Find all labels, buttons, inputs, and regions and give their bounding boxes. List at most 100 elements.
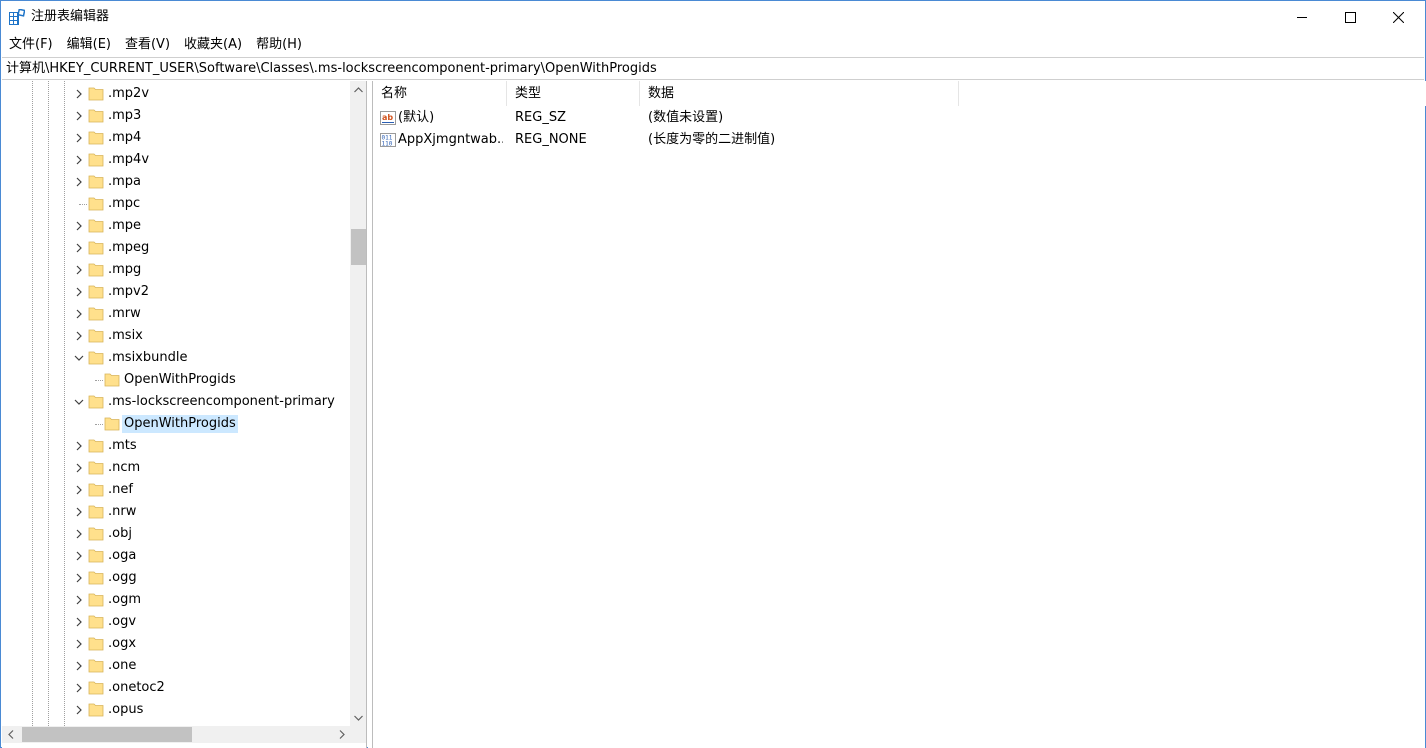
scroll-down-button[interactable] <box>350 709 366 726</box>
tree-node[interactable]: .mpg <box>2 259 350 281</box>
horizontal-scroll-thumb[interactable] <box>22 727 192 742</box>
maximize-button[interactable] <box>1323 1 1377 33</box>
chevron-right-icon[interactable] <box>73 572 85 584</box>
chevron-right-icon[interactable] <box>73 110 85 122</box>
tree-node[interactable]: .mts <box>2 435 350 457</box>
tree-node[interactable]: .mp4 <box>2 127 350 149</box>
folder-icon <box>88 153 104 167</box>
chevron-right-icon[interactable] <box>73 264 85 276</box>
chevron-down-icon[interactable] <box>73 396 85 408</box>
menu-favorites[interactable]: 收藏夹(A) <box>178 35 248 55</box>
chevron-right-icon[interactable] <box>73 154 85 166</box>
tree-node[interactable]: .opus <box>2 699 350 721</box>
chevron-right-icon[interactable] <box>73 638 85 650</box>
tree-node[interactable]: .msix <box>2 325 350 347</box>
tree-connector-line <box>95 380 103 381</box>
chevron-right-icon[interactable] <box>73 616 85 628</box>
folder-icon <box>88 307 104 321</box>
chevron-right-icon[interactable] <box>73 550 85 562</box>
tree-node[interactable]: .mpa <box>2 171 350 193</box>
tree-horizontal-scrollbar[interactable] <box>2 726 350 743</box>
key-tree: .mp2v .mp3 .mp4 .mp4v .mpa .mpc .mpe .mpeg .mpg.… <box>2 81 350 726</box>
chevron-right-icon[interactable] <box>73 440 85 452</box>
value-row[interactable]: 011 110 AppXjmgntwab... REG_NONE (长度为零的二… <box>373 129 1426 151</box>
tree-node[interactable]: .ms-lockscreencomponent-primary <box>2 391 350 413</box>
tree-node[interactable]: .mrw <box>2 303 350 325</box>
minimize-button[interactable] <box>1275 1 1329 33</box>
chevron-right-icon[interactable] <box>73 462 85 474</box>
tree-node[interactable]: .ogm <box>2 589 350 611</box>
column-header-data[interactable]: 数据 <box>640 81 959 106</box>
folder-icon <box>88 637 104 651</box>
folder-icon <box>88 659 104 673</box>
chevron-right-icon[interactable] <box>73 528 85 540</box>
tree-node[interactable]: .mp2v <box>2 83 350 105</box>
address-bar[interactable]: 计算机\HKEY_CURRENT_USER\Software\Classes\.… <box>2 57 1424 80</box>
close-button[interactable] <box>1371 1 1425 33</box>
tree-node[interactable]: OpenWithProgids <box>2 413 350 435</box>
maximize-icon <box>1344 11 1356 23</box>
chevron-right-icon[interactable] <box>73 220 85 232</box>
chevron-right-icon[interactable] <box>73 682 85 694</box>
tree-node[interactable]: .ncm <box>2 457 350 479</box>
menu-edit[interactable]: 编辑(E) <box>61 35 117 55</box>
tree-node-label: .msixbundle <box>108 350 188 365</box>
chevron-right-icon[interactable] <box>73 704 85 716</box>
folder-icon <box>88 263 104 277</box>
folder-icon <box>88 109 104 123</box>
column-header-type[interactable]: 类型 <box>507 81 640 106</box>
vertical-scroll-thumb[interactable] <box>351 229 366 265</box>
chevron-right-icon[interactable] <box>73 286 85 298</box>
menu-view[interactable]: 查看(V) <box>119 35 176 55</box>
tree-node[interactable]: .mpe <box>2 215 350 237</box>
tree-node[interactable]: .msixbundle <box>2 347 350 369</box>
tree-node[interactable]: .mpeg <box>2 237 350 259</box>
tree-node-label: .mp3 <box>108 108 142 123</box>
tree-node-label: OpenWithProgids <box>124 372 236 387</box>
tree-node[interactable]: OpenWithProgids <box>2 369 350 391</box>
value-row[interactable]: ab (默认) REG_SZ (数值未设置) <box>373 107 1426 129</box>
chevron-down-icon[interactable] <box>73 352 85 364</box>
folder-icon <box>88 87 104 101</box>
chevron-left-icon <box>7 730 13 739</box>
tree-node[interactable]: .ogv <box>2 611 350 633</box>
chevron-right-icon[interactable] <box>73 484 85 496</box>
tree-node[interactable]: .mpc <box>2 193 350 215</box>
tree-node[interactable]: .oga <box>2 545 350 567</box>
value-name: AppXjmgntwab... <box>398 132 503 147</box>
chevron-right-icon[interactable] <box>73 330 85 342</box>
close-icon <box>1392 11 1404 23</box>
folder-icon <box>88 395 104 409</box>
chevron-right-icon[interactable] <box>73 88 85 100</box>
tree-node-label: .mp4 <box>108 130 142 145</box>
folder-icon <box>104 373 120 387</box>
scroll-left-button[interactable] <box>2 726 19 743</box>
tree-node[interactable]: .nrw <box>2 501 350 523</box>
tree-vertical-scrollbar[interactable] <box>350 81 366 726</box>
scroll-right-button[interactable] <box>333 726 350 743</box>
scroll-up-button[interactable] <box>350 81 366 98</box>
chevron-right-icon[interactable] <box>73 308 85 320</box>
tree-node[interactable]: .nef <box>2 479 350 501</box>
chevron-right-icon[interactable] <box>73 242 85 254</box>
chevron-right-icon[interactable] <box>73 176 85 188</box>
tree-node[interactable]: .mp3 <box>2 105 350 127</box>
tree-node[interactable]: .onetoc2 <box>2 677 350 699</box>
menu-file[interactable]: 文件(F) <box>3 35 59 55</box>
tree-node[interactable]: .mp4v <box>2 149 350 171</box>
folder-icon <box>88 197 104 211</box>
value-type: REG_SZ <box>515 110 566 125</box>
tree-node[interactable]: .ogx <box>2 633 350 655</box>
tree-node[interactable]: .one <box>2 655 350 677</box>
window-title: 注册表编辑器 <box>31 9 110 24</box>
chevron-right-icon[interactable] <box>73 660 85 672</box>
column-header-name[interactable]: 名称 <box>373 81 507 106</box>
tree-node[interactable]: .obj <box>2 523 350 545</box>
tree-node[interactable]: .ogg <box>2 567 350 589</box>
chevron-right-icon[interactable] <box>73 506 85 518</box>
tree-node[interactable]: .mpv2 <box>2 281 350 303</box>
menu-help[interactable]: 帮助(H) <box>250 35 308 55</box>
chevron-right-icon[interactable] <box>73 132 85 144</box>
tree-node-label: .ogm <box>108 592 142 607</box>
chevron-right-icon[interactable] <box>73 594 85 606</box>
